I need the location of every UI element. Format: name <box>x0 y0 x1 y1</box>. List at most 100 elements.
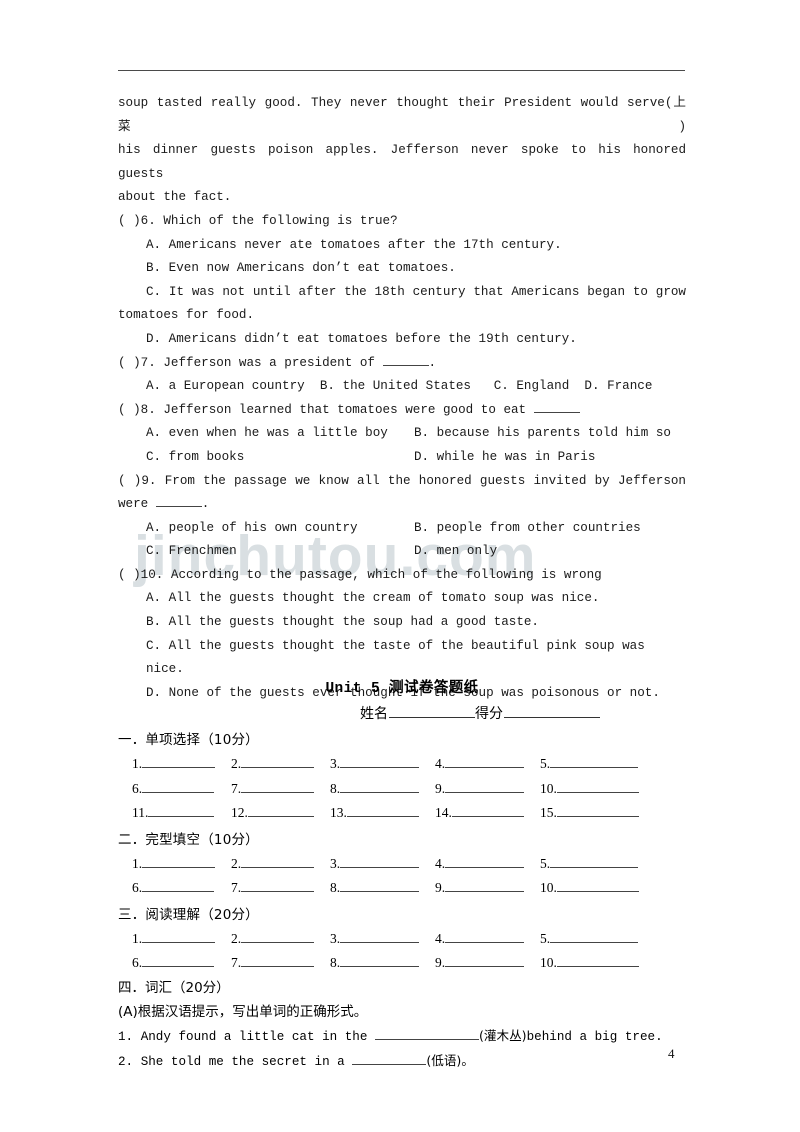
question-10-option-c[interactable]: C. All the guests thought the taste of t… <box>118 635 686 682</box>
answer-cell: 3. <box>330 752 435 777</box>
question-7-marker[interactable]: ( )7. <box>118 356 156 370</box>
answer-number: 14. <box>435 805 452 820</box>
question-8-options-row-1: A. even when he was a little boy B. becau… <box>118 422 686 446</box>
answer-blank[interactable] <box>556 803 639 817</box>
passage-line-3: about the fact. <box>118 190 232 205</box>
answer-blank[interactable] <box>346 803 419 817</box>
question-8-stem: Jefferson learned that tomatoes were goo… <box>163 402 534 417</box>
question-6-marker[interactable]: ( )6. <box>118 214 156 228</box>
answer-blank[interactable] <box>445 779 525 793</box>
answer-blank[interactable] <box>451 803 524 817</box>
header-rule <box>118 70 685 71</box>
answer-cell: 13. <box>330 801 435 826</box>
answer-blank[interactable] <box>340 854 420 868</box>
answer-blank[interactable] <box>142 878 215 892</box>
question-6-option-b[interactable]: B. Even now Americans don’t eat tomatoes… <box>118 257 686 281</box>
answer-sheet: Unit 5 测试卷答题纸 姓名 得分 一．单项选择（10分） 1. 2. 3. … <box>118 678 686 1074</box>
answer-number: 7. <box>231 780 242 796</box>
answer-row: 11. 12. 13. 14. 15. <box>118 801 686 826</box>
question-6-option-a[interactable]: A. Americans never ate tomatoes after th… <box>118 234 686 258</box>
answer-blank[interactable] <box>340 779 420 793</box>
answer-number: 11. <box>132 805 149 820</box>
answer-blank[interactable] <box>340 929 420 943</box>
question-9-option-d[interactable]: D. men only <box>414 544 497 558</box>
answer-blank[interactable] <box>142 953 215 967</box>
answer-blank[interactable] <box>340 878 420 892</box>
question-6-option-c-cont: tomatoes for food. <box>118 308 255 323</box>
answer-blank[interactable] <box>142 779 215 793</box>
answer-number: 3. <box>330 930 341 946</box>
answer-blank[interactable] <box>445 929 525 943</box>
question-7-blank[interactable] <box>382 354 429 366</box>
question-8-option-c[interactable]: C. from books <box>146 446 414 470</box>
answer-number: 9. <box>435 780 446 796</box>
question-10-marker[interactable]: ( )10. <box>118 568 163 582</box>
answer-blank[interactable] <box>241 953 315 967</box>
question-9-option-c[interactable]: C. Frenchmen <box>146 540 414 564</box>
answer-blank[interactable] <box>142 929 216 943</box>
answer-blank[interactable] <box>142 854 216 868</box>
question-7-option-b[interactable]: B. the United States <box>320 379 471 393</box>
answer-blank[interactable] <box>550 854 639 868</box>
question-8-option-a[interactable]: A. even when he was a little boy <box>146 422 414 446</box>
question-7-option-c[interactable]: C. England <box>494 379 570 393</box>
question-10: ( )10. According to the passage, which o… <box>118 564 686 588</box>
question-6-option-c[interactable]: C. It was not until after the 18th centu… <box>118 281 686 305</box>
answer-cell: 10. <box>540 777 650 802</box>
question-9-options-row-2: C. Frenchmen D. men only <box>118 540 686 564</box>
question-10-option-a[interactable]: A. All the guests thought the cream of t… <box>118 587 686 611</box>
answer-cell: 5. <box>540 752 650 777</box>
question-7-option-d[interactable]: D. France <box>584 379 652 393</box>
question-8-blank[interactable] <box>533 401 580 413</box>
answer-blank[interactable] <box>556 953 639 967</box>
answer-blank[interactable] <box>445 878 525 892</box>
answer-blank[interactable] <box>340 953 420 967</box>
answer-number: 10. <box>540 780 557 796</box>
answer-blank[interactable] <box>550 929 639 943</box>
question-7-option-a[interactable]: A. a European country <box>146 379 305 393</box>
question-8-marker[interactable]: ( )8. <box>118 403 156 417</box>
question-8-option-b[interactable]: B. because his parents told him so <box>414 426 671 440</box>
answer-blank[interactable] <box>556 779 639 793</box>
answer-blank[interactable] <box>148 803 215 817</box>
vocabulary-item-2-pre: She told me the secret in a <box>140 1054 353 1069</box>
answer-blank[interactable] <box>445 854 525 868</box>
answer-blank[interactable] <box>241 878 315 892</box>
answer-number: 5. <box>540 930 551 946</box>
answer-cell: 4. <box>435 752 540 777</box>
question-6-option-d[interactable]: D. Americans didn’t eat tomatoes before … <box>118 328 686 352</box>
question-9-blank[interactable] <box>155 495 202 508</box>
name-input[interactable] <box>389 703 475 718</box>
answer-cell: 11. <box>132 801 231 826</box>
passage-line-2: his dinner guests poison apples. Jeffers… <box>118 143 686 181</box>
answer-blank[interactable] <box>556 878 639 892</box>
answer-number: 7. <box>231 955 242 970</box>
answer-blank[interactable] <box>142 754 216 768</box>
answer-cell: 2. <box>231 852 330 877</box>
question-9-marker[interactable]: ( )9. <box>118 474 156 488</box>
answer-blank[interactable] <box>445 953 525 967</box>
vocabulary-item-2-post: 。 <box>461 1052 474 1068</box>
answer-blank[interactable] <box>247 803 314 817</box>
answer-cell: 3. <box>330 927 435 952</box>
question-10-option-b[interactable]: B. All the guests thought the soup had a… <box>118 611 686 635</box>
answer-cell: 9. <box>435 876 540 901</box>
answer-blank[interactable] <box>241 854 315 868</box>
answer-blank[interactable] <box>241 779 315 793</box>
answer-blank[interactable] <box>445 754 525 768</box>
question-8-option-d[interactable]: D. while he was in Paris <box>414 450 595 464</box>
question-9-option-b[interactable]: B. people from other countries <box>414 521 641 535</box>
vocabulary-item-2-blank[interactable] <box>352 1052 427 1065</box>
score-input[interactable] <box>504 703 600 718</box>
answer-blank[interactable] <box>550 754 639 768</box>
answer-number: 1. <box>132 930 143 946</box>
question-9-stem: From the passage we know all the honored… <box>164 473 686 488</box>
answer-blank[interactable] <box>241 929 315 943</box>
answer-number: 2. <box>231 855 242 871</box>
answer-number: 5. <box>540 855 551 871</box>
vocabulary-item-1-blank[interactable] <box>374 1027 479 1040</box>
answer-blank[interactable] <box>241 754 315 768</box>
answer-blank[interactable] <box>340 754 420 768</box>
question-9-option-a[interactable]: A. people of his own country <box>146 517 414 541</box>
vocabulary-item-1-post: behind a big tree. <box>526 1029 663 1044</box>
